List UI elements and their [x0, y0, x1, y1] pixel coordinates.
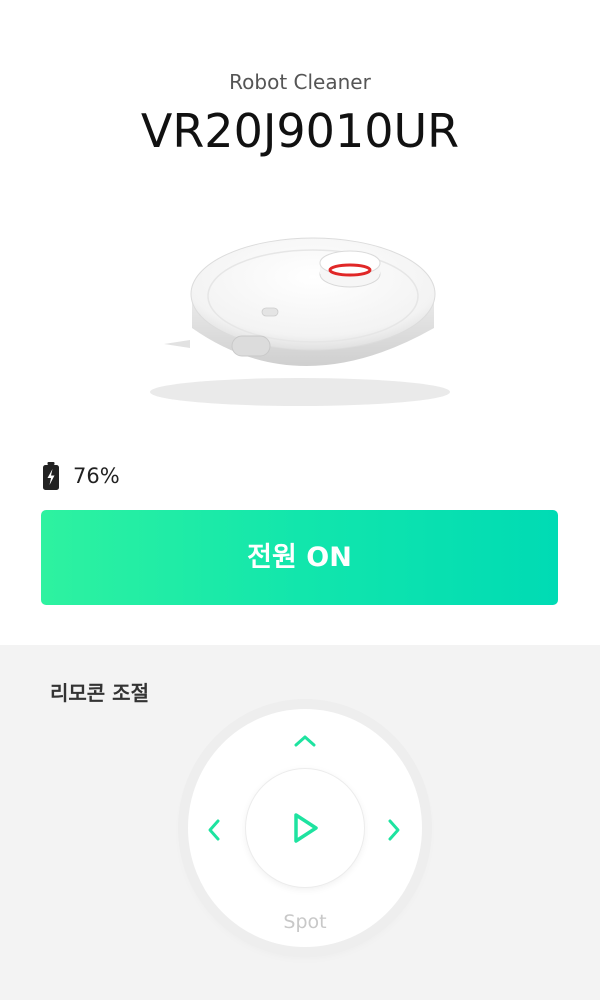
device-model-title: VR20J9010UR [140, 104, 460, 158]
direction-pad: Spot [188, 709, 422, 947]
chevron-up-icon[interactable] [292, 731, 318, 751]
robot-cleaner-screen: Robot Cleaner VR20J9010UR 76% 전원 ON 리모콘 … [0, 0, 600, 1000]
robot-vacuum-image [150, 237, 450, 406]
battery-percentage: 76% [73, 464, 120, 488]
power-on-button[interactable]: 전원 ON [41, 510, 558, 605]
play-icon [294, 813, 318, 843]
remote-control-panel: 리모콘 조절 Spot [0, 645, 600, 1000]
remote-control-title: 리모콘 조절 [50, 681, 149, 705]
spot-mode-button[interactable]: Spot [188, 911, 422, 933]
chevron-left-icon[interactable] [204, 817, 224, 843]
battery-charging-icon [43, 462, 59, 490]
start-cleaning-button[interactable] [246, 769, 364, 887]
chevron-right-icon[interactable] [384, 817, 404, 843]
battery-status: 76% [41, 461, 120, 491]
device-type-label: Robot Cleaner [229, 70, 371, 94]
